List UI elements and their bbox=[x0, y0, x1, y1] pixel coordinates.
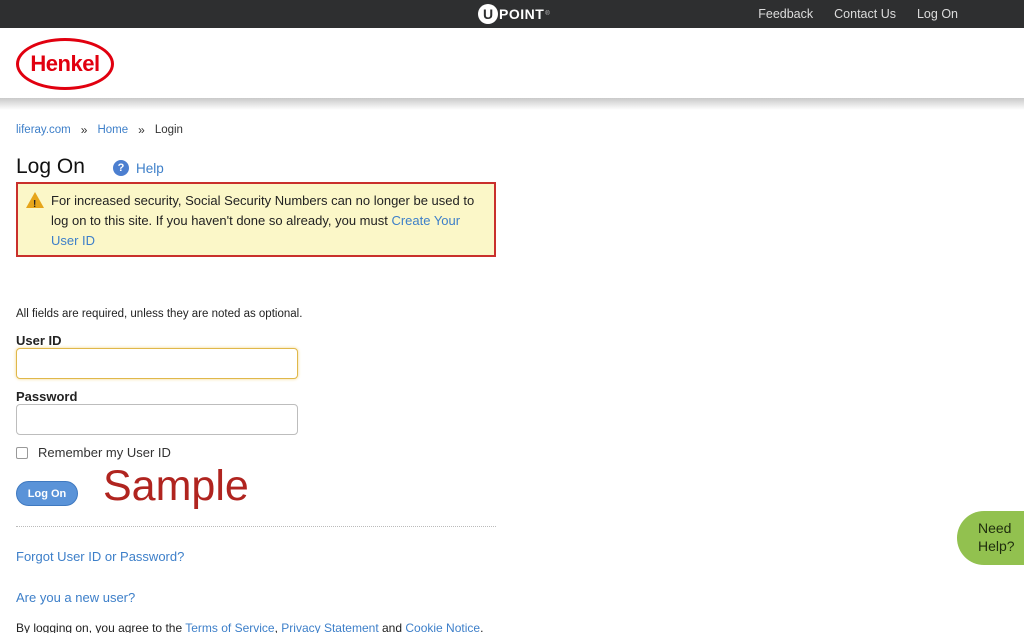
help-link[interactable]: ? Help bbox=[113, 160, 164, 176]
security-alert: ! For increased security, Social Securit… bbox=[16, 182, 496, 257]
trademark-mark: ® bbox=[545, 11, 550, 17]
top-nav: Feedback Contact Us Log On bbox=[758, 0, 958, 28]
sample-watermark: Sample bbox=[103, 462, 249, 510]
remember-label: Remember my User ID bbox=[38, 445, 171, 460]
breadcrumb-separator: » bbox=[138, 123, 145, 137]
terms-notice: By logging on, you agree to the Terms of… bbox=[16, 621, 483, 633]
warning-icon-mark: ! bbox=[33, 199, 37, 210]
henkel-logo[interactable]: Henkel bbox=[16, 38, 114, 90]
breadcrumb: liferay.com » Home » Login bbox=[16, 123, 183, 137]
breadcrumb-home[interactable]: Home bbox=[97, 124, 128, 136]
log-on-button[interactable]: Log On bbox=[16, 481, 78, 506]
upoint-logo-text: POINT bbox=[499, 6, 545, 22]
upoint-logo: U POINT ® bbox=[478, 3, 550, 25]
header-shadow bbox=[0, 98, 1024, 110]
warning-icon: ! bbox=[26, 192, 44, 210]
remember-checkbox[interactable] bbox=[16, 446, 28, 459]
terms-prefix: By logging on, you agree to the bbox=[16, 621, 186, 633]
remember-user-id[interactable]: Remember my User ID bbox=[16, 445, 171, 460]
user-id-input[interactable] bbox=[16, 348, 298, 379]
new-user-link[interactable]: Are you a new user? bbox=[16, 590, 135, 605]
top-bar: U POINT ® Feedback Contact Us Log On bbox=[0, 0, 1024, 28]
terms-of-service-link[interactable]: Terms of Service bbox=[185, 621, 274, 633]
terms-end: . bbox=[480, 621, 484, 633]
user-id-label: User ID bbox=[16, 333, 62, 348]
need-help-button[interactable]: Need Help? bbox=[957, 511, 1024, 565]
contact-us-link[interactable]: Contact Us bbox=[834, 7, 896, 21]
help-icon: ? bbox=[113, 160, 129, 176]
need-help-line1: Need bbox=[978, 520, 1012, 536]
log-on-link[interactable]: Log On bbox=[917, 7, 958, 21]
feedback-link[interactable]: Feedback bbox=[758, 7, 813, 21]
terms-and: and bbox=[378, 621, 406, 633]
need-help-line2: Help? bbox=[978, 538, 1015, 554]
henkel-logo-text: Henkel bbox=[30, 51, 100, 76]
required-fields-note: All fields are required, unless they are… bbox=[16, 308, 303, 320]
site-header bbox=[0, 28, 1024, 100]
breadcrumb-separator: » bbox=[80, 123, 88, 137]
cookie-notice-link[interactable]: Cookie Notice bbox=[405, 621, 480, 633]
forgot-credentials-link[interactable]: Forgot User ID or Password? bbox=[16, 549, 184, 564]
password-input[interactable] bbox=[16, 404, 298, 435]
breadcrumb-current: Login bbox=[154, 124, 183, 136]
privacy-statement-link[interactable]: Privacy Statement bbox=[281, 621, 378, 633]
help-label[interactable]: Help bbox=[136, 161, 164, 176]
upoint-logo-u: U bbox=[478, 4, 498, 24]
divider bbox=[16, 526, 496, 527]
breadcrumb-liferay[interactable]: liferay.com bbox=[16, 124, 71, 136]
page-title: Log On bbox=[16, 155, 85, 178]
password-label: Password bbox=[16, 389, 78, 404]
